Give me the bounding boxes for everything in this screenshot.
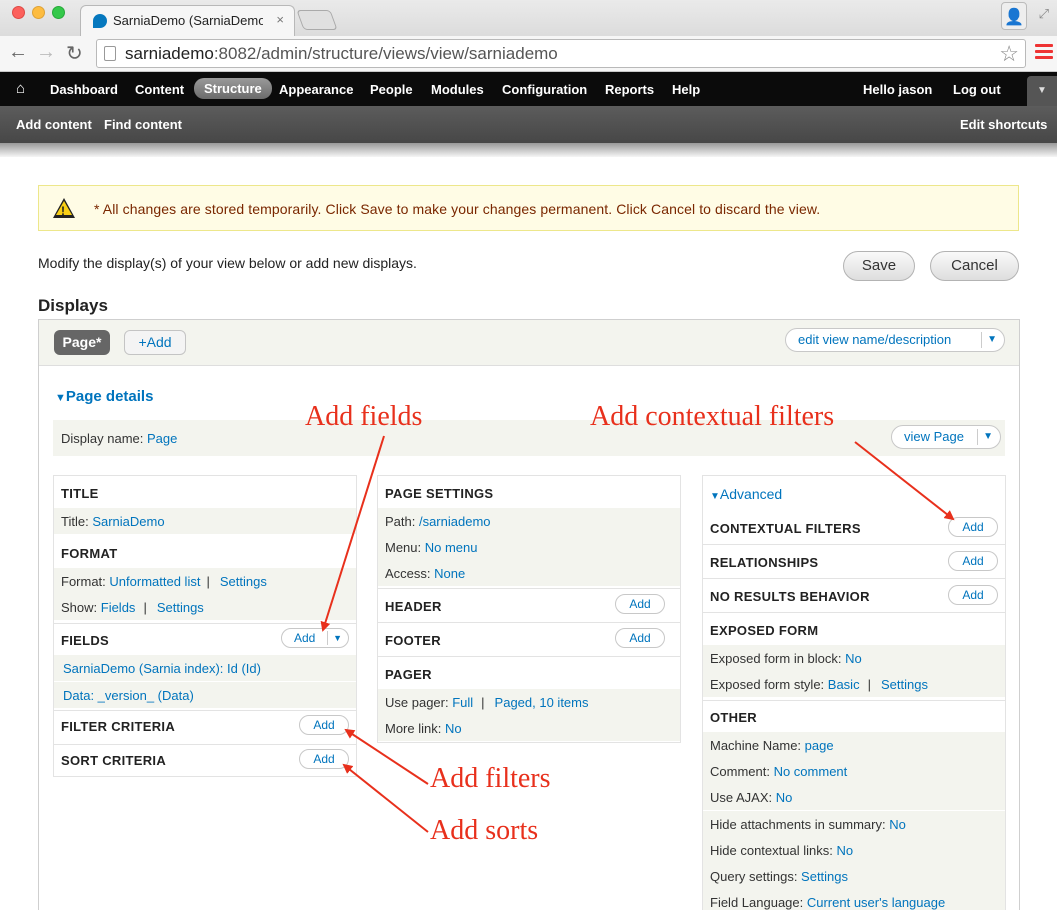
annotation-add-contextual-filters: Add contextual filters xyxy=(590,401,835,432)
arrow-add-contextual xyxy=(854,441,955,521)
annotation-add-sorts: Add sorts xyxy=(430,815,539,846)
warning-icon-glyph: ! xyxy=(61,204,65,218)
annotation-add-filters: Add filters xyxy=(430,763,551,794)
annotation-add-fields: Add fields xyxy=(305,401,423,432)
arrow-add-fields xyxy=(320,435,385,632)
